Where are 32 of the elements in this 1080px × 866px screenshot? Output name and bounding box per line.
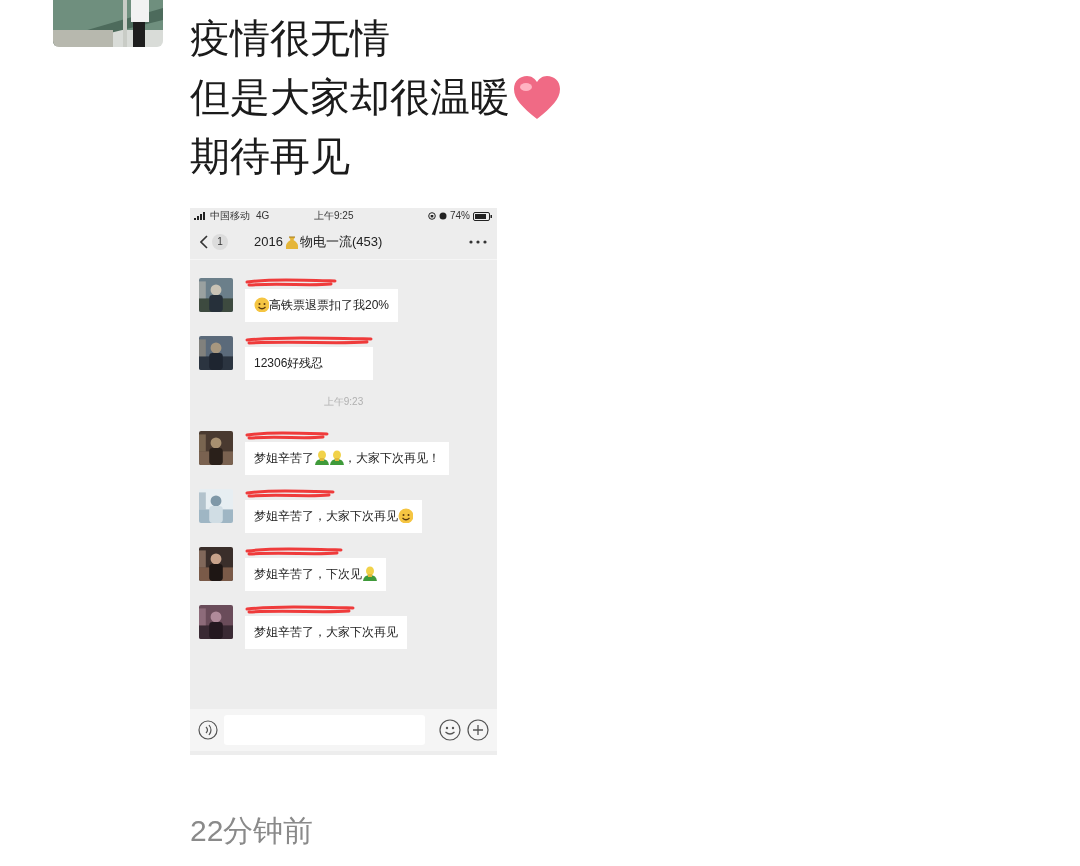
chat-title: 物电一流(453) [299, 232, 383, 251]
timestamp: 22分钟前 [190, 813, 315, 849]
bag-icon [283, 234, 299, 249]
emoji-icon[interactable] [439, 719, 461, 741]
signal-icon [194, 212, 208, 220]
message-text: ，大家下次再见！ [344, 451, 440, 465]
post-text: 但是大家却很温暖 [190, 74, 510, 121]
message-text: 梦姐辛苦了 [254, 451, 314, 465]
message-text: 高铁票退票扣了我20% [269, 298, 390, 312]
plus-icon[interactable] [467, 719, 489, 741]
plant-icon [314, 450, 329, 465]
message-text: 12306好残忍 [254, 356, 324, 370]
smiley-icon [398, 508, 413, 523]
heart-icon [512, 74, 562, 121]
battery-icon [473, 211, 493, 221]
unread-badge: 1 [212, 233, 228, 250]
more-icon[interactable] [469, 239, 487, 244]
plant-icon [362, 566, 377, 581]
status-time: 上午9:25 [314, 210, 354, 222]
back-icon[interactable] [200, 234, 208, 249]
post-text: 期待再见 [190, 133, 350, 180]
post-text: 疫情很无情 [190, 15, 390, 62]
message-text: 梦姐辛苦了，大家下次再见 [254, 625, 398, 639]
message-text: 梦姐辛苦了，大家下次再见 [254, 509, 398, 523]
message-text: 梦姐辛苦了，下次见 [254, 567, 362, 581]
smiley-icon [254, 297, 269, 312]
carrier-name: 中国移动 [210, 210, 250, 222]
network-label: 4G [256, 210, 270, 222]
battery-percent: 74% [450, 210, 470, 222]
chat-title: 2016 [254, 232, 283, 251]
voice-icon[interactable] [198, 720, 218, 740]
plant-icon [329, 450, 344, 465]
